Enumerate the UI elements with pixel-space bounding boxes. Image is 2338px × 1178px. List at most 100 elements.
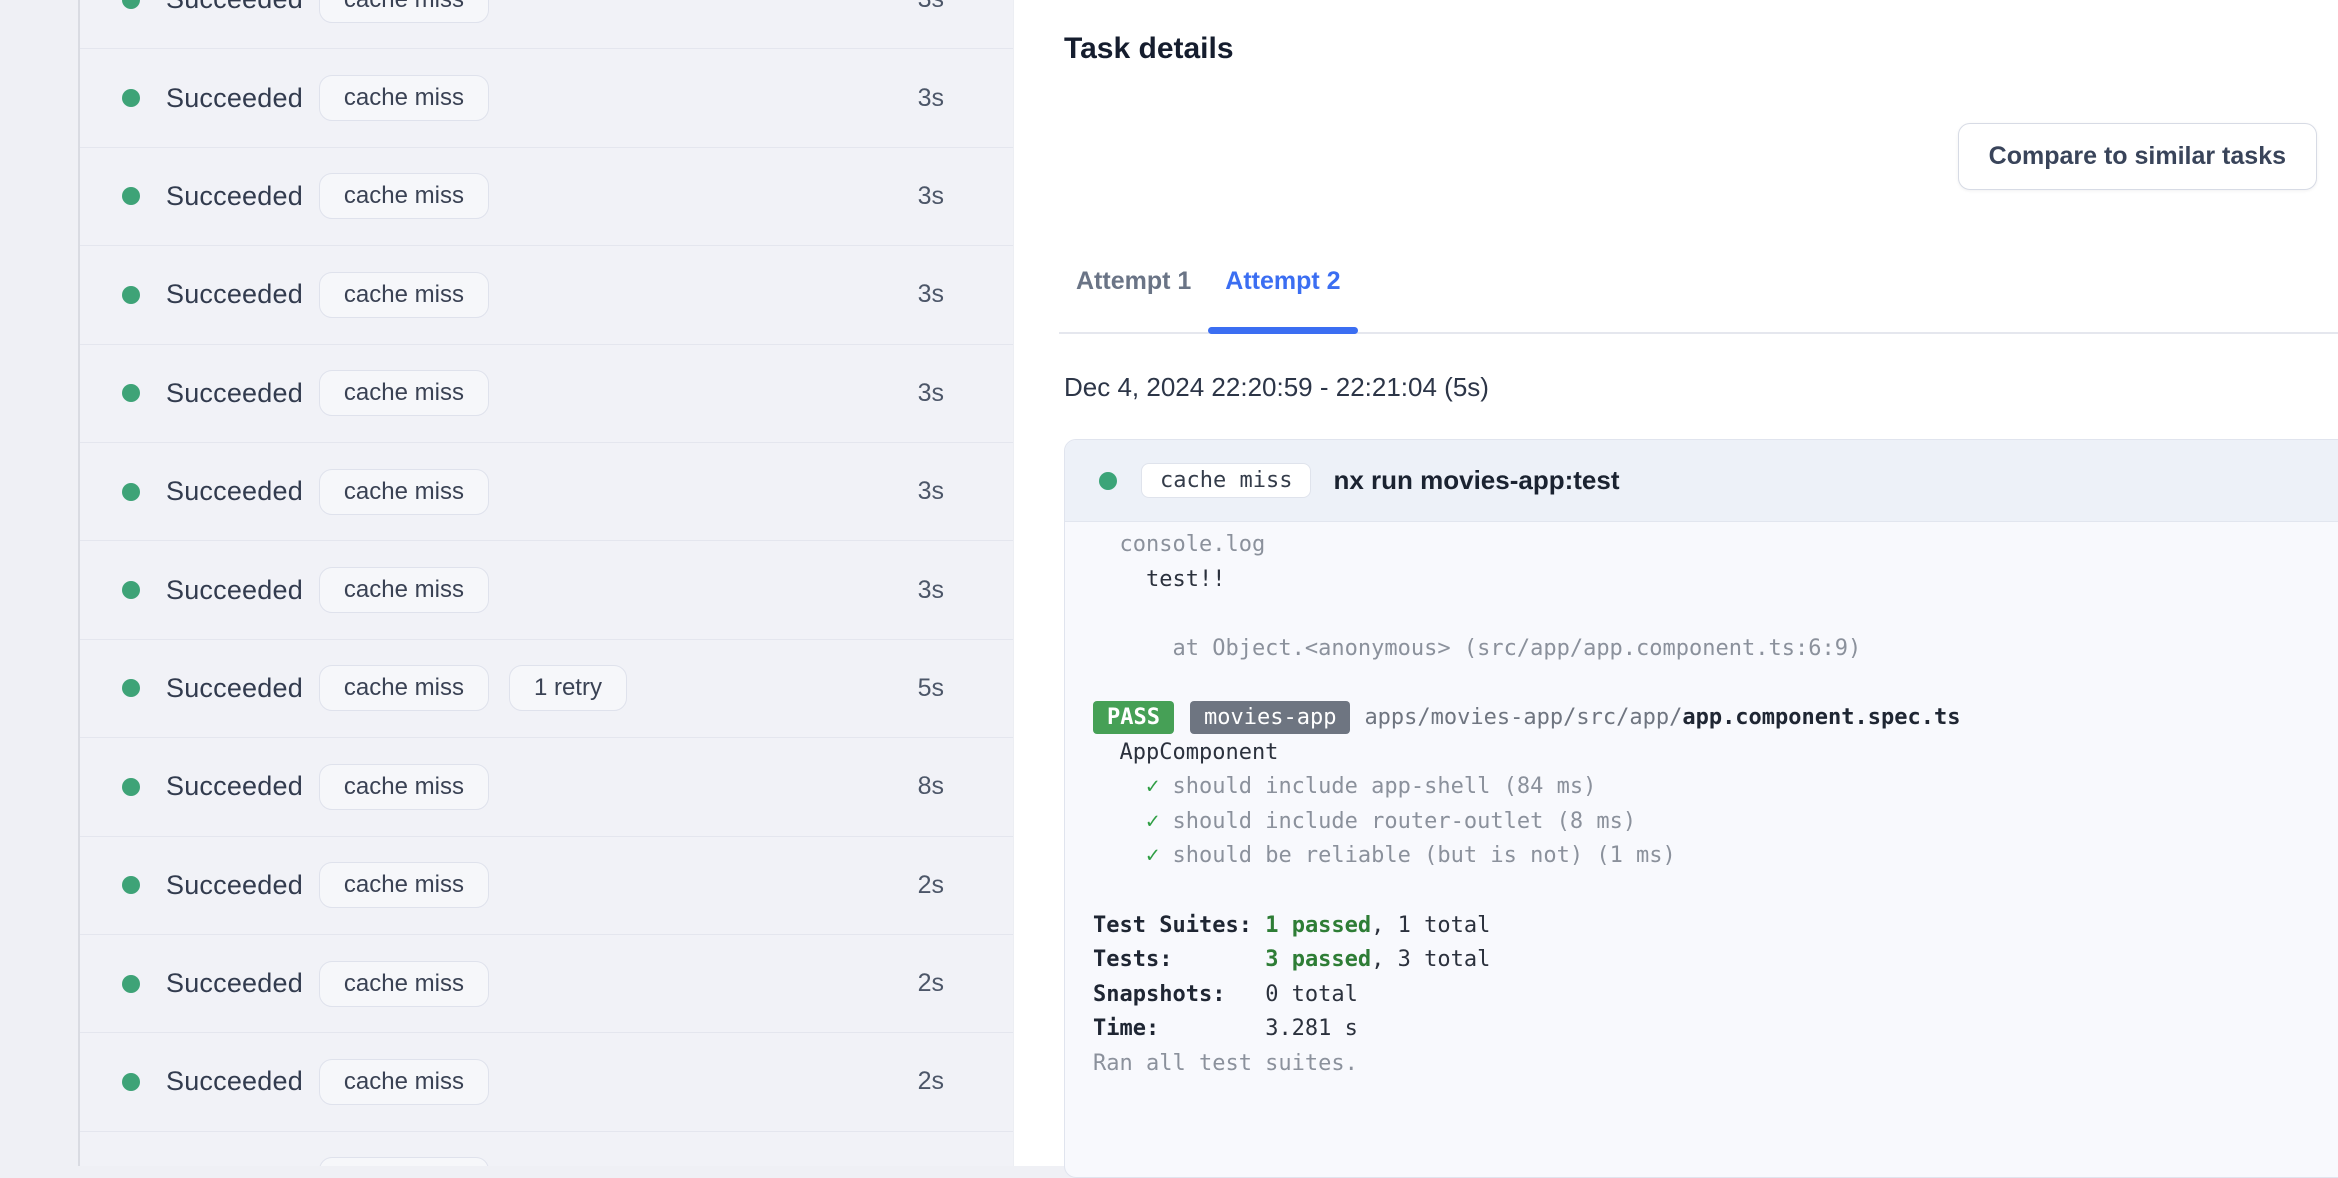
terminal-line: console.log (1093, 532, 1266, 557)
task-command: nx run movies-app:test (1333, 465, 1620, 495)
status-dot-icon (122, 581, 140, 600)
task-badge: cache miss (318, 75, 489, 122)
badges: cache miss (318, 960, 509, 1007)
terminal-line: Time: 3.281 s (1093, 1016, 1358, 1042)
task-status-dot-icon (1099, 471, 1117, 490)
status-label: Succeeded (166, 0, 303, 15)
status-label: Succeeded (166, 180, 303, 211)
duration-label: 2s (917, 1067, 944, 1096)
task-row[interactable]: Succeeded cache miss 3s (80, 0, 1013, 50)
status-dot-icon (122, 679, 140, 698)
tab-attempt-1[interactable]: Attempt 1 (1059, 230, 1208, 332)
duration-label: 3s (917, 378, 944, 407)
task-row[interactable]: Succeeded cache miss 3s (80, 344, 1013, 443)
task-row[interactable]: Succeeded cache miss 1 retry 5s (80, 639, 1013, 739)
status-dot-icon (122, 0, 140, 9)
page-title: Task details (1064, 32, 1234, 65)
status-dot-icon (122, 482, 140, 501)
task-row[interactable]: Succeeded cache miss 3s (80, 246, 1013, 345)
task-card-header[interactable]: cache miss nx run movies-app:test (1065, 440, 2338, 522)
terminal-line: ✓ should be reliable (but is not) (1 ms) (1145, 843, 1676, 869)
status-label: Succeeded (166, 771, 303, 802)
status-label: Succeeded (166, 82, 303, 113)
status-dot-icon (122, 876, 140, 895)
tab-attempt-2[interactable]: Attempt 2 (1208, 230, 1358, 334)
task-row[interactable]: Succeeded cache miss 8s (80, 738, 1013, 837)
status-label: Succeeded (166, 574, 303, 605)
badges: cache miss 1 retry (318, 665, 647, 712)
status-dot-icon (122, 384, 140, 403)
task-row[interactable]: Succeeded cache miss 3s (80, 442, 1013, 542)
task-row[interactable]: Succeeded cache miss 3s (80, 147, 1013, 247)
cache-miss-badge: cache miss (1141, 463, 1312, 498)
task-badge: cache miss (318, 567, 489, 614)
task-details-panel: Task details Compare to similar tasks At… (1013, 0, 2338, 1178)
badges: cache miss (318, 271, 509, 318)
badges: cache miss (318, 763, 509, 810)
task-badge: cache miss (318, 960, 489, 1007)
badges: cache miss (318, 0, 509, 23)
badges: cache miss (318, 1157, 509, 1166)
task-row[interactable]: Succeeded cache miss 3s (80, 541, 1013, 640)
duration-label: 3s (917, 280, 944, 309)
badges: cache miss (318, 75, 509, 122)
terminal-line: PASS movies-app apps/movies-app/src/app/ap… (1093, 700, 2331, 736)
duration-label: 2s (917, 870, 944, 899)
task-row[interactable]: Succeeded cache miss 3s (80, 49, 1013, 148)
attempt-time-range: Dec 4, 2024 22:20:59 - 22:21:04 (5s) (1064, 372, 1489, 402)
task-badge: 1 retry (508, 665, 627, 712)
status-label: Succeeded (166, 476, 303, 507)
terminal-line: Snapshots: 0 total (1093, 981, 1358, 1007)
badges: cache miss (318, 862, 509, 909)
status-label: Succeeded (166, 869, 303, 900)
task-badge: cache miss (318, 468, 489, 515)
task-row[interactable]: Succeeded cache miss 2s (80, 836, 1013, 935)
status-label: Succeeded (166, 672, 303, 703)
terminal-line: Test Suites: 1 passed, 1 total (1093, 912, 1491, 938)
status-label: Succeeded (166, 377, 303, 408)
task-badge: cache miss (318, 0, 489, 23)
tasks-list-panel: Succeeded cache miss 3s Succeeded cache … (0, 0, 1013, 1166)
duration-label: 3s (917, 181, 944, 210)
status-dot-icon (122, 187, 140, 206)
status-label: Succeeded (166, 968, 303, 999)
badges: cache miss (318, 567, 509, 614)
status-label: Succeeded (166, 279, 303, 310)
status-dot-icon (122, 1072, 140, 1091)
status-label: Succeeded (166, 1066, 303, 1097)
compare-similar-tasks-button[interactable]: Compare to similar tasks (1957, 123, 2317, 190)
status-dot-icon (122, 974, 140, 993)
task-badge: cache miss (318, 763, 489, 810)
tasks-list: Succeeded cache miss 3s Succeeded cache … (78, 0, 1013, 1166)
badges: cache miss (318, 173, 509, 220)
task-badge: cache miss (318, 1157, 489, 1166)
attempts-tabs: Attempt 1 Attempt 2 (1059, 230, 2338, 334)
task-row[interactable]: Succeeded cache miss 2s (80, 934, 1013, 1034)
terminal-line: Tests: 3 passed, 3 total (1093, 947, 1491, 973)
task-row[interactable]: Succeeded cache miss 2s (80, 1033, 1013, 1132)
duration-label: 3s (917, 477, 944, 506)
task-row[interactable]: Succeeded cache miss (80, 1131, 1013, 1166)
duration-label: 2s (917, 969, 944, 998)
badges: cache miss (318, 1058, 509, 1105)
terminal-output[interactable]: console.log test!! at Object.<anonymous>… (1065, 522, 2338, 1177)
terminal-line: Ran all test suites. (1093, 1050, 1358, 1076)
badges: cache miss (318, 370, 509, 417)
terminal-line: at Object.<anonymous> (src/app/app.compo… (1093, 635, 1862, 661)
task-output-card: cache miss nx run movies-app:test consol… (1064, 439, 2338, 1178)
task-badge: cache miss (318, 271, 489, 318)
status-dot-icon (122, 777, 140, 796)
terminal-line: AppComponent (1093, 739, 1279, 765)
task-badge: cache miss (318, 1058, 489, 1105)
status-dot-icon (122, 285, 140, 304)
duration-label: 3s (917, 575, 944, 604)
task-badge: cache miss (318, 665, 489, 712)
task-badge: cache miss (318, 862, 489, 909)
status-dot-icon (122, 89, 140, 108)
terminal-line: test!! (1093, 566, 1226, 592)
badges: cache miss (318, 468, 509, 515)
duration-label: 3s (917, 83, 944, 112)
